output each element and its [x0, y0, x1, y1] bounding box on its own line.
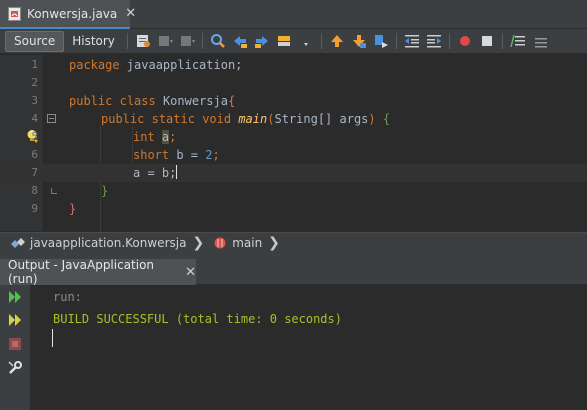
toolbar-separator [126, 33, 128, 49]
comment-icon[interactable] [510, 33, 526, 49]
semicolon: ; [169, 130, 177, 144]
line-number: 4 [31, 112, 38, 125]
code-line: 8 } [0, 182, 587, 200]
output-side-toolbar [0, 285, 31, 410]
line-number: 9 [31, 202, 38, 215]
toolbar-separator [201, 33, 203, 49]
close-brace: } [69, 202, 77, 216]
previous-bookmark-icon[interactable] [329, 33, 345, 49]
history-button[interactable]: History [64, 31, 123, 52]
keyword: int [133, 130, 155, 144]
text-caret [176, 165, 178, 179]
code-line: 1 package javaapplication; [0, 56, 587, 74]
output-build-result: BUILD SUCCESSFUL (total time: 0 seconds) [53, 312, 342, 326]
class-name: Konwersja [162, 94, 228, 108]
output-tab-label: Output - JavaApplication (run) [8, 258, 155, 286]
keyword: static [151, 112, 195, 126]
line-number: 8 [31, 184, 38, 197]
toolbar-separator [320, 33, 322, 49]
next-bookmark-icon[interactable] [351, 33, 367, 49]
code-line: 5 int a; [0, 128, 587, 146]
toolbar-separator [501, 33, 503, 49]
class-icon [10, 236, 26, 250]
keyword-package: package [69, 58, 120, 72]
keyword: public [69, 94, 113, 108]
breadcrumb-method[interactable]: main [232, 236, 262, 250]
rerun-icon[interactable] [7, 289, 23, 305]
forward-icon[interactable] [179, 33, 195, 49]
code-line: 9 } [0, 200, 587, 218]
line-number: 2 [31, 76, 38, 89]
method-icon [212, 236, 228, 250]
dropdown-arrow-icon[interactable] [298, 33, 314, 49]
find-icon[interactable] [210, 33, 226, 49]
close-brace: } [101, 184, 109, 198]
close-icon[interactable]: ✕ [125, 6, 136, 21]
last-edit-icon[interactable] [135, 33, 151, 49]
keyword: class [119, 94, 156, 108]
record-macro-icon[interactable] [457, 33, 473, 49]
code-line: 3 public class Konwersja{ [0, 92, 587, 110]
method-name: main [238, 112, 268, 126]
rerun-with-options-icon[interactable] [7, 312, 23, 328]
find-next-icon[interactable] [254, 33, 270, 49]
editor-toolbar: Source History [0, 29, 587, 54]
chevron-right-icon: ❯ [268, 235, 280, 251]
assignment: b = [169, 148, 206, 162]
uncomment-icon[interactable] [532, 33, 548, 49]
line-number: 5 [31, 130, 38, 143]
shift-right-icon[interactable] [426, 33, 442, 49]
keyword: void [202, 112, 232, 126]
code-editor[interactable]: − 1 package javaapplication; 2 3 public … [0, 55, 587, 253]
settings-wrench-icon[interactable] [7, 360, 23, 376]
stop-macro-icon[interactable] [479, 33, 495, 49]
shift-left-icon[interactable] [404, 33, 420, 49]
output-tab[interactable]: Output - JavaApplication (run) ✕ [0, 258, 196, 286]
assignment-statement: a = b; [133, 166, 177, 180]
toggle-bookmark-icon[interactable] [373, 33, 389, 49]
semicolon: ; [212, 148, 220, 162]
open-brace: { [227, 94, 236, 108]
paren: ) [368, 112, 376, 126]
package-name: javaapplication; [119, 58, 243, 72]
toolbar-separator [448, 33, 450, 49]
toolbar-separator [395, 33, 397, 49]
line-number: 7 [31, 166, 38, 179]
code-line: 2 [0, 74, 587, 92]
find-previous-icon[interactable] [232, 33, 248, 49]
output-console[interactable]: run: BUILD SUCCESSFUL (total time: 0 sec… [31, 285, 587, 410]
breadcrumb: javaapplication.Konwersja ❯ main ❯ [0, 232, 587, 253]
line-number: 1 [31, 58, 38, 71]
close-icon[interactable]: ✕ [185, 265, 196, 280]
chevron-right-icon: ❯ [192, 235, 205, 251]
keyword: short [133, 148, 170, 162]
source-button[interactable]: Source [5, 30, 65, 52]
editor-tab-konwersja[interactable]: Konwersja.java ✕ [0, 0, 136, 29]
back-icon[interactable] [157, 33, 173, 49]
current-code-line: 7 a = b; [0, 164, 587, 182]
breadcrumb-class[interactable]: javaapplication.Konwersja [30, 236, 186, 250]
console-caret [52, 329, 53, 347]
editor-tab-bar: Konwersja.java ✕ [0, 0, 587, 29]
code-line: 6 short b = 2; [0, 146, 587, 164]
line-number: 6 [31, 148, 38, 161]
code-line: 4 public static void main(String[] args)… [0, 110, 587, 128]
open-brace: { [382, 112, 391, 126]
output-run-line: run: [53, 290, 82, 304]
keyword: public [101, 112, 145, 126]
stop-icon[interactable] [7, 336, 23, 352]
editor-tab-filename: Konwersja.java [27, 6, 118, 21]
method-params: String[] args [274, 112, 369, 126]
line-number: 3 [31, 94, 38, 107]
output-tab-bar: Output - JavaApplication (run) ✕ [0, 258, 587, 286]
toggle-highlight-icon[interactable] [276, 33, 292, 49]
java-file-icon [8, 6, 21, 21]
